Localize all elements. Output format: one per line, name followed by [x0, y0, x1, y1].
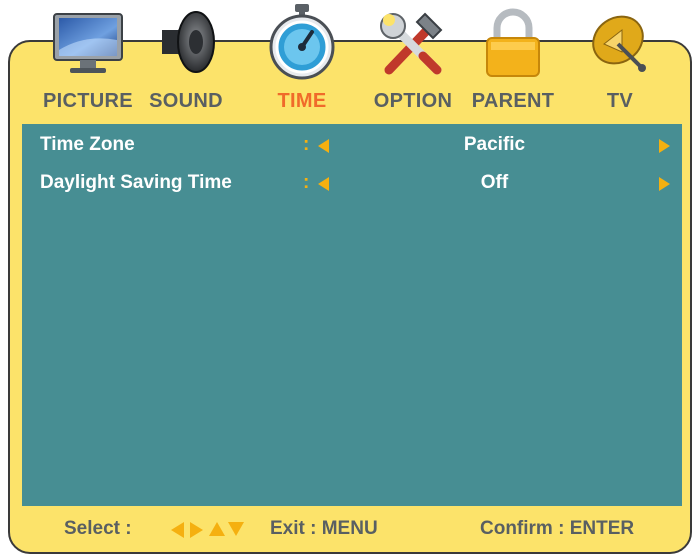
left-arrow-icon[interactable]: [318, 139, 329, 153]
navigation-arrows: [171, 521, 247, 539]
right-arrow-icon[interactable]: [659, 177, 670, 191]
exit-hint: Exit : MENU: [270, 518, 378, 539]
footer-hints: Select : Exit : MENU Confirm : ENTER: [22, 508, 682, 550]
separator: :: [303, 134, 310, 155]
stopwatch-icon: [269, 4, 335, 80]
select-hint: Select :: [64, 518, 132, 539]
tab-label: TV: [606, 90, 634, 112]
tab-label: OPTION: [373, 90, 453, 112]
right-arrow-icon: [190, 522, 203, 538]
tab-parent[interactable]: PARENT: [463, 0, 563, 118]
satellite-dish-icon: [592, 15, 646, 72]
tab-label: SOUND: [149, 90, 223, 112]
separator: :: [303, 172, 310, 193]
confirm-hint: Confirm : ENTER: [480, 518, 635, 539]
down-arrow-icon: [228, 522, 244, 536]
settings-panel: Time Zone : Pacific Daylight Saving Time…: [22, 124, 682, 506]
tab-label: PARENT: [471, 90, 555, 112]
setting-value: Off: [480, 172, 509, 193]
tab-tv[interactable]: TV: [570, 0, 670, 118]
tab-label: PICTURE: [43, 90, 133, 112]
setting-row-daylight-saving[interactable]: Daylight Saving Time : Off: [22, 168, 682, 198]
left-arrow-icon[interactable]: [318, 177, 329, 191]
wrench-hammer-icon: [380, 12, 443, 75]
tab-option[interactable]: OPTION: [363, 0, 463, 118]
tab-picture[interactable]: PICTURE: [38, 0, 138, 118]
setting-label: Daylight Saving Time: [40, 172, 232, 193]
setting-label: Time Zone: [40, 134, 135, 155]
setting-row-time-zone[interactable]: Time Zone : Pacific: [22, 130, 682, 160]
tv-monitor-icon: [53, 13, 123, 73]
speaker-icon: [162, 11, 215, 73]
setting-value: Pacific: [463, 134, 526, 155]
tab-time[interactable]: TIME: [252, 0, 352, 118]
padlock-icon: [486, 8, 540, 77]
tab-sound[interactable]: SOUND: [136, 0, 236, 118]
up-arrow-icon: [209, 522, 225, 536]
left-arrow-icon: [171, 522, 184, 538]
right-arrow-icon[interactable]: [659, 139, 670, 153]
tab-label: TIME: [277, 90, 327, 112]
